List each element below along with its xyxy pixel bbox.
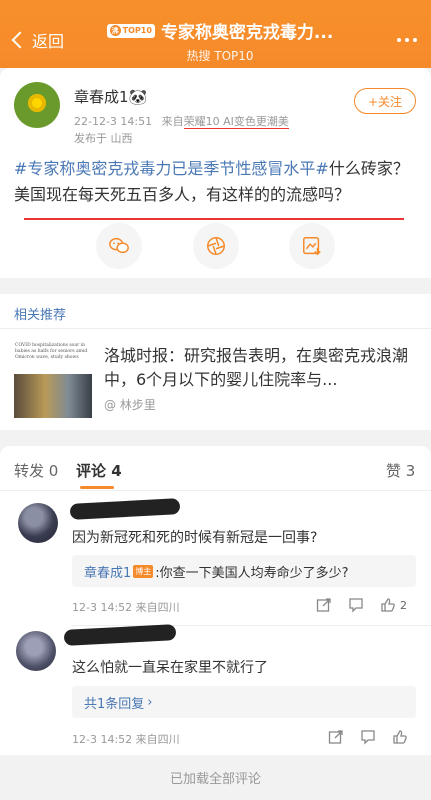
share-actions [0, 223, 431, 269]
hot-badge: 沸 TOP10 [106, 23, 155, 38]
comment-meta: 12-3 14:52 来自四川 [72, 733, 180, 746]
related-header: 相关推荐 [14, 308, 67, 323]
image-save-icon [303, 237, 321, 256]
comment-actions: 2 [316, 597, 407, 613]
commenter-avatar[interactable] [16, 631, 56, 671]
related-title[interactable]: 洛城时报：研究报告表明，在奥密克戎浪潮中，6个月以下的婴儿住院率与... [104, 344, 416, 392]
chevron-right-icon: › [147, 694, 153, 710]
thumbnail-photo [14, 374, 92, 418]
reply-preview[interactable]: 章春成1 博主:你查一下美国人均寿命少了多少? [72, 555, 416, 587]
like-count: 2 [400, 598, 407, 612]
hot-badge-text: TOP10 [122, 26, 152, 35]
page-title-block: 沸 TOP10 专家称奥密克戎毒力... 热搜 TOP10 [100, 18, 340, 64]
page-title: 专家称奥密克戎毒力... [160, 23, 334, 43]
like-icon[interactable] [380, 597, 396, 613]
reply-text: :你查一下美国人均寿命少了多少? [155, 565, 349, 581]
page-subtitle: 热搜 TOP10 [186, 49, 254, 63]
tab-comment[interactable]: 评论 4 [76, 460, 122, 481]
back-label: 返回 [32, 32, 65, 51]
thumbnail-caption: COVID hospitalizations soar in babies as… [15, 343, 88, 360]
top-bar: 返回 沸 TOP10 专家称奥密克戎毒力... 热搜 TOP10 [0, 0, 431, 68]
post-card: 章春成1🐼 22-12-3 14:51 来自荣耀10 AI变色更潮美 发布于 山… [0, 68, 431, 278]
save-image-button[interactable] [289, 223, 335, 269]
redacted-username [63, 624, 177, 646]
comment-actions [328, 729, 408, 745]
topic-link[interactable]: #专家称奥密克戎毒力已是季节性感冒水平# [14, 159, 329, 178]
redacted-username [69, 498, 181, 520]
related-section: 相关推荐 COVID hospitalizations soar in babi… [0, 294, 431, 430]
author-badge: 博主 [133, 564, 154, 578]
post-meta: 22-12-3 14:51 来自荣耀10 AI变色更潮美 [74, 113, 289, 129]
wechat-share-button[interactable] [96, 223, 142, 269]
related-author: @ 林步里 [104, 398, 156, 412]
more-options-icon[interactable] [397, 38, 417, 42]
back-button[interactable]: 返回 [10, 28, 64, 52]
moments-share-button[interactable] [193, 223, 239, 269]
avatar[interactable] [14, 82, 60, 128]
comment-icon[interactable] [360, 729, 376, 745]
post-source-prefix: 来自 [161, 115, 184, 128]
tab-like[interactable]: 赞 3 [386, 460, 415, 481]
comment-list: 因为新冠死和死的时候有新冠是一回事? 章春成1 博主:你查一下美国人均寿命少了多少… [0, 491, 431, 755]
reply-summary[interactable]: 共1条回复 › [72, 686, 416, 718]
post-time: 22-12-3 14:51 [74, 115, 153, 128]
hot-icon: 沸 [109, 25, 121, 36]
share-icon[interactable] [316, 597, 332, 613]
divider [0, 328, 431, 329]
post-device: 荣耀10 AI变色更潮美 [183, 115, 289, 129]
comment-text: 这么怕就一直呆在家里不就行了 [72, 660, 268, 676]
post-location: 发布于 山西 [74, 132, 133, 145]
related-thumbnail[interactable]: COVID hospitalizations soar in babies as… [14, 342, 92, 418]
chevron-left-icon [11, 31, 29, 49]
tab-repost[interactable]: 转发 0 [14, 460, 58, 481]
comment-tabs: 转发 0 评论 4 赞 3 [0, 446, 431, 490]
post-username[interactable]: 章春成1🐼 [74, 86, 147, 107]
moments-icon [207, 237, 225, 255]
comment-icon[interactable] [348, 597, 364, 613]
reply-count-link[interactable]: 共1条回复 [84, 693, 144, 712]
active-tab-indicator [80, 486, 114, 489]
share-icon[interactable] [328, 729, 344, 745]
commenter-avatar[interactable] [18, 503, 58, 543]
comment-text: 因为新冠死和死的时候有新冠是一回事? [72, 530, 318, 546]
annotation-underline [24, 218, 404, 220]
reply-author[interactable]: 章春成1 [84, 562, 131, 581]
follow-button[interactable]: +关注 [354, 88, 416, 114]
post-body: #专家称奥密克戎毒力已是季节性感冒水平#什么砖家？美国现在每天死五百多人，有这样… [14, 156, 419, 208]
like-icon[interactable] [392, 729, 408, 745]
load-status: 已加载全部评论 [0, 763, 431, 800]
wechat-icon [109, 237, 129, 254]
comment-meta: 12-3 14:52 来自四川 [72, 601, 180, 614]
